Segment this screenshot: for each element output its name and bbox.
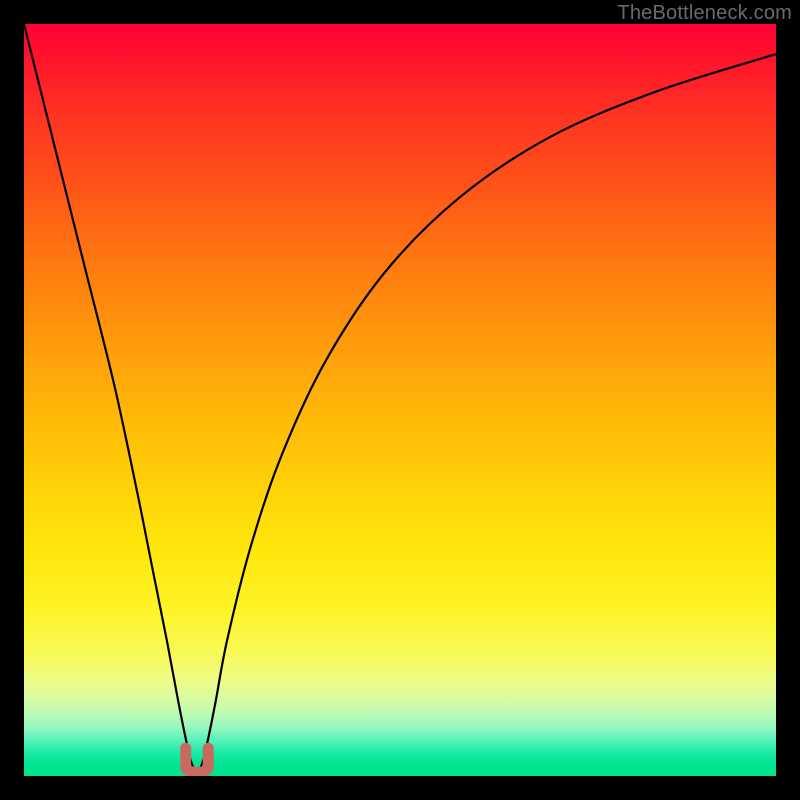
curve-path bbox=[24, 24, 776, 772]
watermark-text: TheBottleneck.com bbox=[617, 2, 792, 25]
chart-svg bbox=[24, 24, 776, 776]
plot-area bbox=[24, 24, 776, 776]
chart-frame bbox=[24, 24, 776, 776]
valley-marker-icon bbox=[186, 748, 209, 772]
